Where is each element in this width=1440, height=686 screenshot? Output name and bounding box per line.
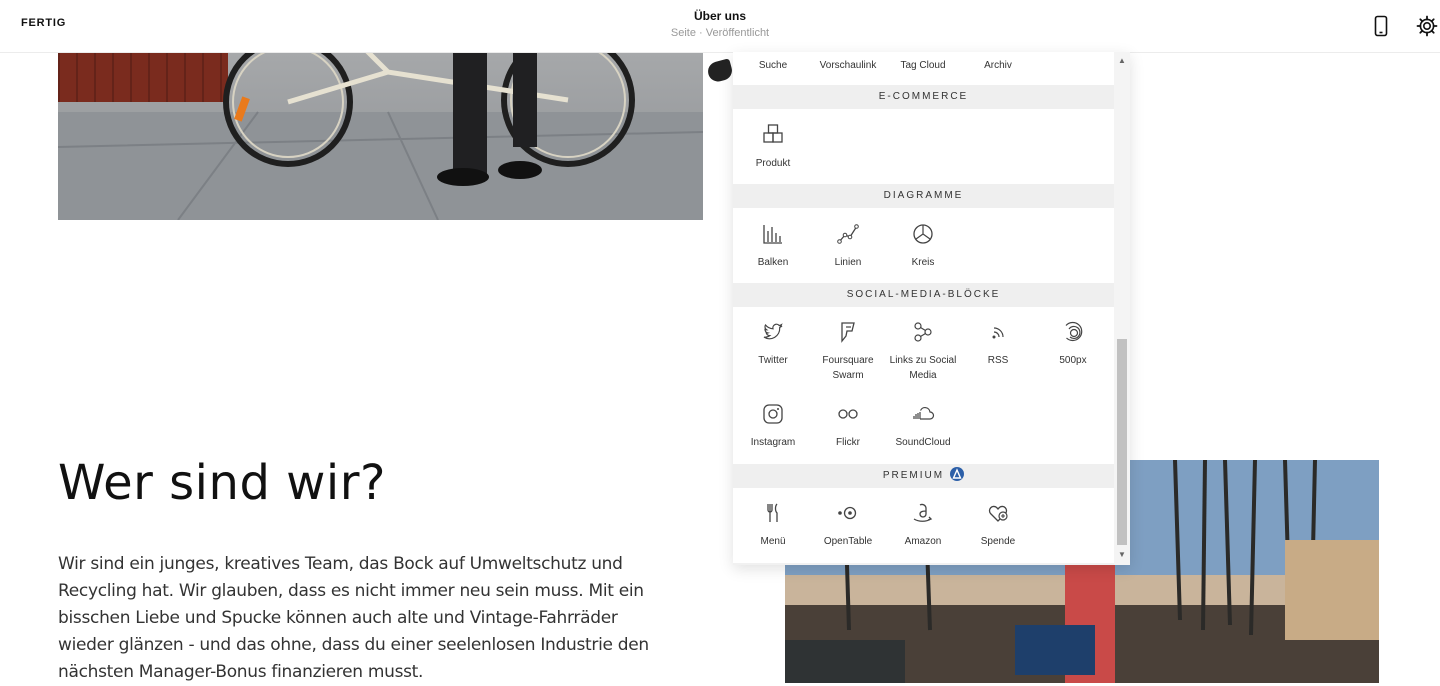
bar-chart-icon [763,225,782,244]
block-label: SoundCloud [895,437,951,448]
panel-scrollbar[interactable]: ▲ ▼ [1114,52,1130,565]
scroll-up-arrow-icon[interactable]: ▲ [1117,56,1127,66]
line-chart-icon [837,224,859,244]
instagram-icon [763,404,783,424]
block-opentable[interactable]: OpenTable [811,501,885,549]
scroll-down-arrow-icon[interactable]: ▼ [1117,550,1127,560]
section-title-premium: PREMIUM [733,464,1114,488]
section-body-text[interactable]: Wir sind ein junges, kreatives Team, das… [58,551,658,686]
block-label: OpenTable [823,536,873,547]
block-picker-panel: Suche Vorschaulink Tag Cloud Archiv E-CO… [733,52,1130,565]
block-tag-cloud[interactable]: Tag Cloud [886,58,960,73]
block-foursquare[interactable]: Foursquare Swarm [811,320,885,383]
section-social: Twitter Foursquare Swarm Links zu Social… [733,307,1114,464]
flickr-icon [838,409,858,419]
block-flickr[interactable]: Flickr [811,402,885,450]
block-label: 500px [1059,355,1087,366]
product-icon [763,124,783,143]
block-label: Menü [760,536,786,547]
block-label: Flickr [836,437,860,448]
section-charts: Balken Linien Kreis [733,208,1114,283]
block-label: Produkt [755,158,791,169]
section-title-social: SOCIAL-MEDIA-BLÖCKE [733,283,1114,307]
editor-top-bar: FERTIG Über uns Seite · Veröffentlicht [0,0,1440,53]
menu-fork-knife-icon [767,503,778,522]
drag-handle[interactable] [705,58,735,84]
block-label: Archiv [984,60,1012,71]
bicycle-image [58,52,703,220]
block-preview-link[interactable]: Vorschaulink [811,58,885,73]
block-menu[interactable]: Menü [736,501,810,549]
section-more-blocks: Suche Vorschaulink Tag Cloud Archiv [733,52,1114,85]
rss-icon [992,327,1004,339]
page-status: Seite · Veröffentlicht [670,27,770,39]
block-label: Linien [834,257,862,268]
foursquare-icon [841,322,855,343]
premium-badge-icon [950,467,965,482]
block-archive[interactable]: Archiv [961,58,1035,73]
block-bar-chart[interactable]: Balken [736,222,810,270]
section-premium: Menü OpenTable Amazon Spende [733,488,1114,563]
twitter-icon [763,323,783,340]
section-title-ecommerce: E-COMMERCE [733,85,1114,109]
block-line-chart[interactable]: Linien [811,222,885,270]
block-label: Twitter [758,355,788,366]
scroll-thumb[interactable] [1117,339,1127,545]
block-label: Amazon [904,536,942,547]
social-links-icon [914,322,932,342]
block-soundcloud[interactable]: SoundCloud [886,402,960,450]
opentable-icon [838,506,857,520]
soundcloud-icon [913,407,935,420]
block-label: RSS [987,355,1009,366]
block-pie-chart[interactable]: Kreis [886,222,960,270]
pie-chart-icon [913,224,933,244]
page-title: Über uns [693,9,746,23]
block-social-links[interactable]: Links zu Social Media [886,320,960,383]
block-label: Tag Cloud [900,60,946,71]
block-label: Balken [757,257,789,268]
block-label: Instagram [750,437,796,448]
section-title-charts: DIAGRAMME [733,184,1114,208]
block-label: Kreis [911,257,935,268]
block-search[interactable]: Suche [736,58,810,73]
amazon-icon [913,503,933,522]
block-label: Foursquare Swarm [822,355,874,381]
500px-icon [1065,321,1083,342]
section-heading[interactable]: Wer sind wir? [58,455,386,511]
donate-heart-icon [988,505,1008,522]
block-product[interactable]: Produkt [736,123,810,171]
block-label: Vorschaulink [819,60,877,71]
gear-icon[interactable] [1415,14,1439,38]
block-amazon[interactable]: Amazon [886,501,960,549]
block-donate[interactable]: Spende [961,501,1035,549]
section-ecommerce: Produkt [733,109,1114,184]
block-rss[interactable]: RSS [961,320,1035,368]
mobile-preview-icon[interactable] [1369,14,1393,38]
block-500px[interactable]: 500px [1036,320,1110,368]
block-instagram[interactable]: Instagram [736,402,810,450]
block-twitter[interactable]: Twitter [736,320,810,368]
premium-title: PREMIUM [882,470,945,481]
block-label: Suche [758,60,788,71]
block-label: Links zu Social Media [889,355,957,381]
block-label: Spende [980,536,1016,547]
bicycle-illustration [58,52,703,220]
